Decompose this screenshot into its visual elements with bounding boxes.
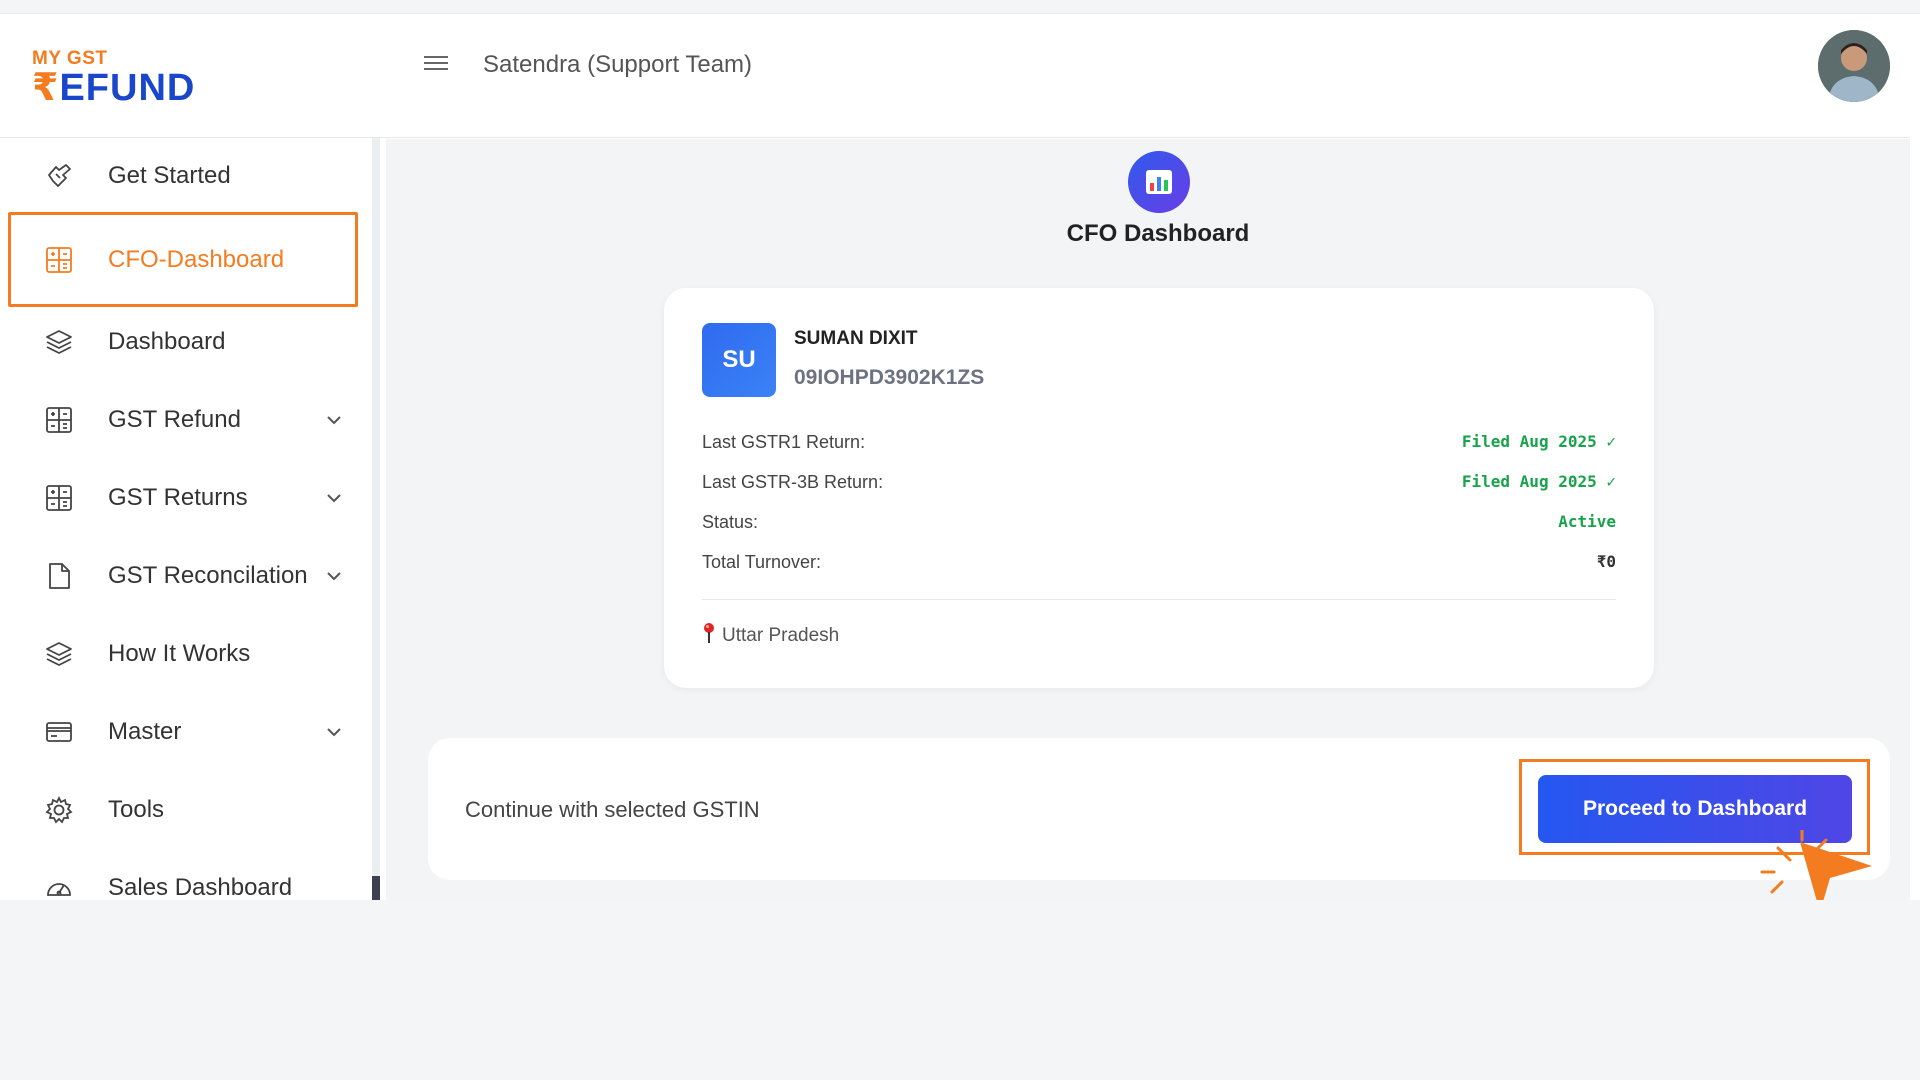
avatar[interactable] [1818, 30, 1890, 102]
continue-text: Continue with selected GSTIN [465, 797, 760, 822]
sidebar-item-gst-returns[interactable]: GST Returns [8, 460, 358, 536]
company-name: SUMAN DIXIT [794, 328, 918, 349]
info-value: ₹0 [1596, 552, 1616, 571]
sidebar-item-label: Tools [108, 796, 165, 823]
sidebar-item-label: CFO-Dashboard [108, 245, 285, 273]
bar-chart-icon [1128, 151, 1190, 213]
chevron-down-icon[interactable] [324, 410, 344, 430]
sidebar-item-gst-refund[interactable]: GST Refund [8, 382, 358, 458]
location-text: Uttar Pradesh [722, 625, 840, 646]
company-initials-badge: SU [702, 323, 776, 397]
calculator-icon [42, 243, 76, 277]
logo-word: EFUND [59, 67, 196, 109]
sidebar-item-label: GST Returns [108, 484, 248, 511]
info-row-status: Status: Active [702, 508, 1616, 538]
sidebar-item-dashboard[interactable]: Dashboard [8, 304, 358, 380]
layers-icon [42, 325, 76, 359]
sidebar-item-cfo-dashboard[interactable]: CFO-Dashboard [8, 212, 358, 307]
sidebar-scrollbar[interactable] [372, 138, 380, 900]
gstin-number: 09IOHPD3902K1ZS [794, 366, 985, 389]
info-value: Filed Aug 2025 ✓ [1461, 432, 1616, 451]
page-title: CFO Dashboard [1066, 220, 1250, 247]
info-label: Total Turnover: [702, 552, 822, 572]
credit-card-icon [42, 715, 76, 749]
layers-icon [42, 637, 76, 671]
sidebar-item-tools[interactable]: Tools [8, 772, 358, 848]
sidebar-item-label: How It Works [108, 640, 251, 667]
sidebar-item-how-it-works[interactable]: How It Works [8, 616, 358, 692]
sidebar: Get Started CFO-Dashboard Dashboard GST … [0, 138, 372, 901]
sidebar-item-label: Sales Dashboard [108, 874, 293, 901]
hand-pointer-icon [42, 159, 76, 193]
divider [702, 599, 1616, 600]
sidebar-item-label: GST Reconcilation [108, 562, 308, 589]
sidebar-item-gst-reconcilation[interactable]: GST Reconcilation [8, 538, 358, 614]
location: Uttar Pradesh [702, 622, 839, 650]
top-edge [0, 0, 1920, 14]
logo[interactable]: MY GST ₹EFUND [32, 48, 196, 109]
sidebar-item-label: Dashboard [108, 328, 226, 355]
sidebar-item-label: Get Started [108, 162, 231, 189]
logo-bottom-text: ₹EFUND [32, 67, 196, 109]
info-row-turnover: Total Turnover: ₹0 [702, 548, 1616, 578]
info-row-gstr3b: Last GSTR-3B Return: Filed Aug 2025 ✓ [702, 468, 1616, 498]
logo-rupee: ₹ [32, 67, 60, 109]
sidebar-item-label: Master [108, 718, 182, 745]
info-label: Status: [702, 512, 759, 532]
sidebar-item-label: GST Refund [108, 406, 241, 433]
calculator-icon [42, 403, 76, 437]
gstin-card[interactable]: SU SUMAN DIXIT 09IOHPD3902K1ZS Last GSTR… [664, 288, 1654, 688]
page-background [0, 900, 1920, 1080]
hamburger-menu-icon[interactable] [424, 52, 448, 76]
proceed-to-dashboard-button[interactable]: Proceed to Dashboard [1538, 775, 1852, 843]
scrollbar-thumb[interactable] [372, 876, 380, 900]
document-icon [42, 559, 76, 593]
calculator-icon [42, 481, 76, 515]
info-row-gstr1: Last GSTR1 Return: Filed Aug 2025 ✓ [702, 428, 1616, 458]
chevron-down-icon[interactable] [324, 722, 344, 742]
chevron-down-icon[interactable] [324, 566, 344, 586]
gear-icon [42, 793, 76, 827]
info-label: Last GSTR-3B Return: [702, 472, 884, 492]
info-label: Last GSTR1 Return: [702, 432, 866, 452]
info-value: Filed Aug 2025 ✓ [1461, 472, 1616, 491]
user-name: Satendra (Support Team) [483, 51, 753, 78]
pin-icon [702, 622, 716, 650]
status-badge: Active [1558, 512, 1616, 531]
chevron-down-icon[interactable] [324, 488, 344, 508]
sidebar-item-master[interactable]: Master [8, 694, 358, 770]
sidebar-item-get-started[interactable]: Get Started [8, 138, 358, 214]
top-header: MY GST ₹EFUND Satendra (Support Team) [0, 14, 1910, 138]
